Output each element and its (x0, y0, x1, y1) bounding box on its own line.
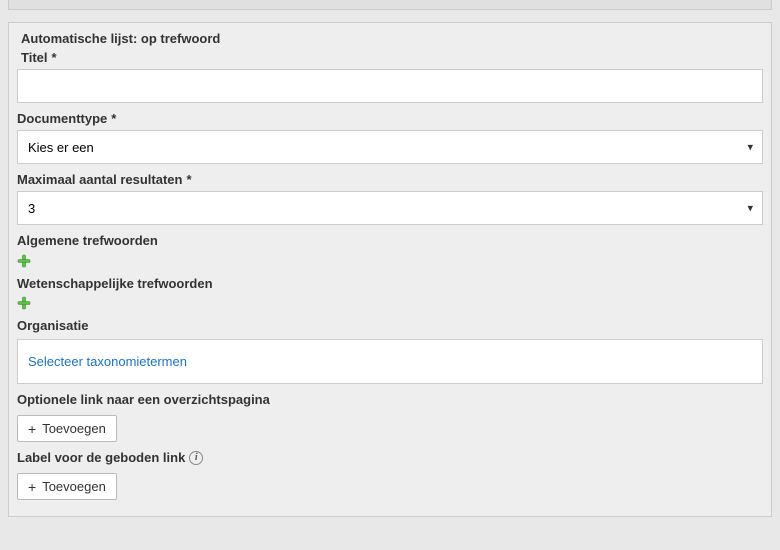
plus-add-icon[interactable] (17, 254, 31, 268)
required-marker: * (111, 111, 116, 126)
add-link-label-label: Toevoegen (42, 479, 106, 494)
add-optional-link-label: Toevoegen (42, 421, 106, 436)
label-organisation-text: Organisatie (17, 318, 89, 333)
title-input[interactable] (17, 69, 763, 103)
label-title-text: Titel (21, 50, 48, 65)
label-link-label: Label voor de geboden link i (17, 450, 763, 465)
required-marker: * (186, 172, 191, 187)
info-icon[interactable]: i (189, 451, 203, 465)
plus-icon: + (28, 480, 36, 494)
organisation-box: Selecteer taxonomietermen (17, 339, 763, 384)
plus-add-icon[interactable] (17, 296, 31, 310)
label-general-keywords: Algemene trefwoorden (17, 233, 763, 248)
label-scientific-keywords-text: Wetenschappelijke trefwoorden (17, 276, 213, 291)
label-maxresults-text: Maximaal aantal resultaten (17, 172, 182, 187)
add-link-label-button[interactable]: + Toevoegen (17, 473, 117, 500)
label-optional-link-text: Optionele link naar een overzichtspagina (17, 392, 270, 407)
label-documenttype: Documenttype * (17, 111, 763, 126)
required-marker: * (52, 50, 57, 65)
add-optional-link-button[interactable]: + Toevoegen (17, 415, 117, 442)
section-title: Automatische lijst: op trefwoord (21, 31, 763, 46)
label-title: Titel * (21, 50, 763, 65)
label-link-label-text: Label voor de geboden link (17, 450, 185, 465)
label-general-keywords-text: Algemene trefwoorden (17, 233, 158, 248)
label-organisation: Organisatie (17, 318, 763, 333)
label-optional-link: Optionele link naar een overzichtspagina (17, 392, 763, 407)
plus-icon: + (28, 422, 36, 436)
label-scientific-keywords: Wetenschappelijke trefwoorden (17, 276, 763, 291)
select-taxonomy-link[interactable]: Selecteer taxonomietermen (28, 354, 187, 369)
form-panel: Automatische lijst: op trefwoord Titel *… (8, 22, 772, 517)
top-panel-strip (8, 0, 772, 10)
documenttype-select[interactable]: Kies er een (17, 130, 763, 164)
label-documenttype-text: Documenttype (17, 111, 107, 126)
label-maxresults: Maximaal aantal resultaten * (17, 172, 763, 187)
maxresults-select[interactable]: 3 (17, 191, 763, 225)
